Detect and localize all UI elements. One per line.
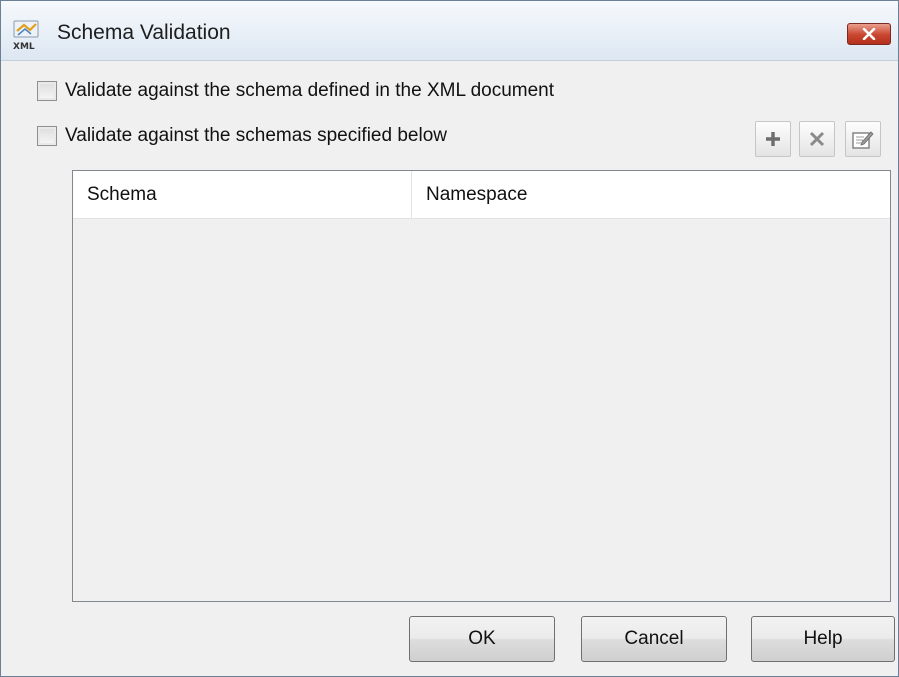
add-schema-button[interactable] (755, 121, 791, 157)
close-button[interactable] (847, 23, 891, 45)
schema-table[interactable]: Schema Namespace (72, 170, 891, 602)
edit-icon (852, 131, 874, 149)
remove-schema-button[interactable] (799, 121, 835, 157)
help-button[interactable]: Help (751, 616, 895, 662)
title-bar: XML Schema Validation (1, 1, 898, 61)
close-icon (862, 28, 876, 40)
xml-schema-icon: XML (11, 19, 43, 52)
edit-schema-button[interactable] (845, 121, 881, 157)
column-header-schema[interactable]: Schema (73, 171, 412, 218)
cancel-button[interactable]: Cancel (581, 616, 727, 662)
window-title: Schema Validation (57, 21, 231, 44)
column-header-namespace[interactable]: Namespace (412, 171, 888, 218)
validate-specified-label[interactable]: Validate against the schemas specified b… (65, 125, 447, 147)
validate-specified-option[interactable]: Validate against the schemas specified b… (37, 125, 447, 147)
svg-text:XML: XML (13, 42, 35, 51)
validate-document-option[interactable]: Validate against the schema defined in t… (37, 80, 554, 102)
validate-document-checkbox[interactable] (37, 81, 57, 101)
table-header: Schema Namespace (73, 171, 890, 219)
validate-document-label[interactable]: Validate against the schema defined in t… (65, 80, 554, 102)
ok-button[interactable]: OK (409, 616, 555, 662)
plus-icon (766, 132, 780, 146)
table-body[interactable] (73, 219, 890, 601)
x-icon (809, 131, 825, 147)
schema-validation-dialog: XML Schema Validation Validate against t… (0, 0, 899, 677)
validate-specified-checkbox[interactable] (37, 126, 57, 146)
